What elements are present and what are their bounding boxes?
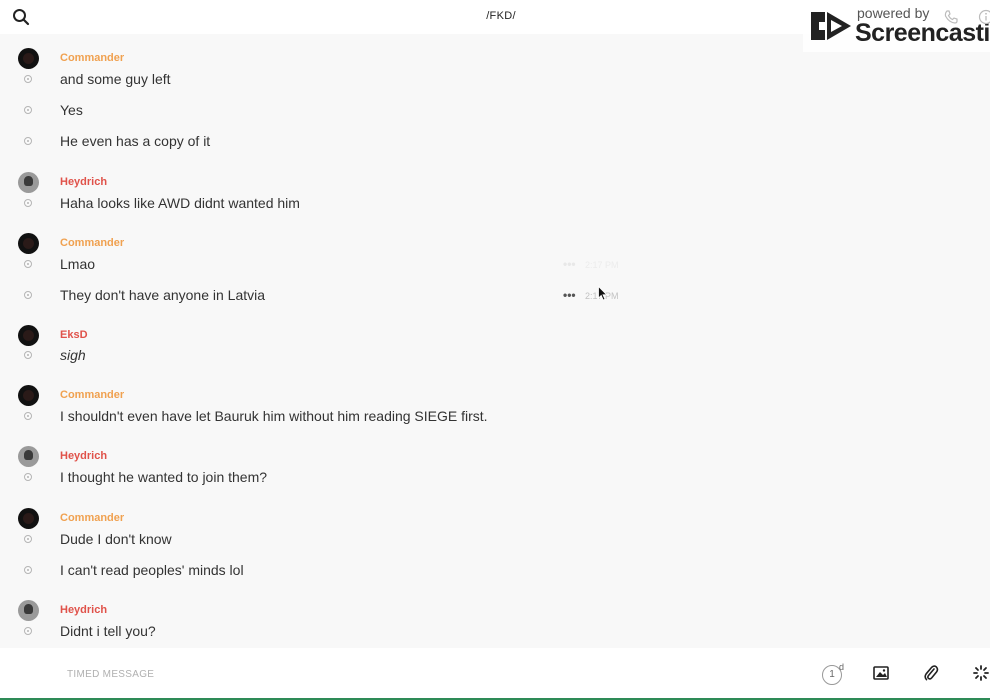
sender-name[interactable]: EksD bbox=[60, 329, 88, 341]
info-icon[interactable] bbox=[978, 9, 990, 25]
sender-name[interactable]: Heydrich bbox=[60, 450, 107, 462]
message-text[interactable]: I can't read peoples' minds lol bbox=[60, 562, 244, 578]
phone-icon[interactable] bbox=[944, 10, 958, 24]
paperclip-icon[interactable] bbox=[923, 664, 939, 682]
avatar-eksd[interactable] bbox=[18, 325, 39, 346]
sender-name[interactable]: Commander bbox=[60, 237, 124, 249]
read-status-icon bbox=[24, 351, 32, 359]
sender-name[interactable]: Heydrich bbox=[60, 604, 107, 616]
message-text[interactable]: and some guy left bbox=[60, 71, 171, 87]
screencastify-watermark: powered by Screencastify bbox=[803, 0, 990, 52]
message-text[interactable]: I thought he wanted to join them? bbox=[60, 469, 267, 485]
chat-header: /FKD/ powered by Screencastify bbox=[0, 0, 990, 52]
watermark-brand-text: Screencastify bbox=[855, 19, 990, 47]
message-text[interactable]: Yes bbox=[60, 102, 83, 118]
sender-name[interactable]: Commander bbox=[60, 389, 124, 401]
read-status-icon bbox=[24, 137, 32, 145]
read-status-icon bbox=[24, 412, 32, 420]
read-status-icon bbox=[24, 260, 32, 268]
message-text[interactable]: sigh bbox=[60, 347, 86, 363]
avatar-heydrich[interactable] bbox=[18, 172, 39, 193]
read-status-icon bbox=[24, 106, 32, 114]
message-composer: TIMED MESSAGE 1 d bbox=[0, 648, 990, 700]
avatar-heydrich[interactable] bbox=[18, 446, 39, 467]
mouse-cursor-icon bbox=[598, 286, 608, 301]
message-timestamp: 2:17 PM bbox=[585, 260, 619, 270]
read-status-icon bbox=[24, 535, 32, 543]
read-status-icon bbox=[24, 566, 32, 574]
avatar-commander[interactable] bbox=[18, 233, 39, 254]
avatar-commander[interactable] bbox=[18, 508, 39, 529]
more-options-icon[interactable]: ••• bbox=[563, 257, 576, 271]
sender-name[interactable]: Commander bbox=[60, 512, 124, 524]
message-text[interactable]: They don't have anyone in Latvia bbox=[60, 287, 265, 303]
message-text[interactable]: I shouldn't even have let Bauruk him wit… bbox=[60, 408, 488, 424]
avatar-heydrich[interactable] bbox=[18, 600, 39, 621]
message-text[interactable]: He even has a copy of it bbox=[60, 133, 210, 149]
timer-unit-label: d bbox=[839, 662, 845, 672]
read-status-icon bbox=[24, 627, 32, 635]
read-status-icon bbox=[24, 291, 32, 299]
message-text[interactable]: Haha looks like AWD didnt wanted him bbox=[60, 195, 300, 211]
avatar-commander[interactable] bbox=[18, 48, 39, 69]
timed-message-input[interactable]: TIMED MESSAGE bbox=[67, 669, 154, 680]
spinner-icon[interactable] bbox=[973, 665, 989, 681]
message-text[interactable]: Lmao bbox=[60, 256, 95, 272]
screencastify-logo-icon bbox=[811, 12, 851, 40]
read-status-icon bbox=[24, 199, 32, 207]
more-options-icon[interactable]: ••• bbox=[563, 288, 576, 302]
read-status-icon bbox=[24, 75, 32, 83]
sender-name[interactable]: Commander bbox=[60, 52, 124, 64]
read-status-icon bbox=[24, 473, 32, 481]
sender-name[interactable]: Heydrich bbox=[60, 176, 107, 188]
image-icon[interactable] bbox=[873, 665, 889, 681]
message-text[interactable]: Dude I don't know bbox=[60, 531, 172, 547]
message-text[interactable]: Didnt i tell you? bbox=[60, 623, 156, 639]
avatar-commander[interactable] bbox=[18, 385, 39, 406]
